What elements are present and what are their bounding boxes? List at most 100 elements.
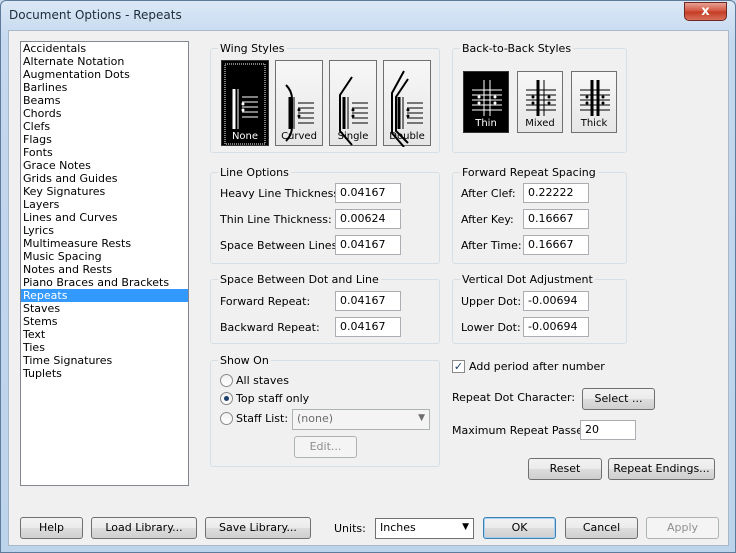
category-item[interactable]: Music Spacing: [21, 250, 188, 263]
help-button[interactable]: Help: [20, 517, 83, 539]
save-library-button[interactable]: Save Library...: [205, 517, 311, 539]
all-staves-label[interactable]: All staves: [236, 374, 289, 387]
b2b-thin-caption: Thin: [475, 118, 497, 129]
b2b-thin-button[interactable]: Thin: [463, 71, 509, 133]
category-item[interactable]: Repeats: [21, 289, 188, 302]
category-item[interactable]: Grace Notes: [21, 159, 188, 172]
add-period-checkbox[interactable]: ✓: [452, 360, 465, 373]
b2b-thick-button[interactable]: Thick: [571, 71, 617, 133]
forward-spacing-label: Forward Repeat Spacing: [460, 166, 598, 179]
dialog-client: Accidentals Alternate Notation Augmentatio…: [8, 30, 729, 546]
repeat-endings-button[interactable]: Repeat Endings...: [608, 458, 715, 480]
wing-none-button[interactable]: None: [221, 60, 269, 146]
close-icon: x: [701, 4, 710, 19]
chevron-down-icon: ▼: [418, 413, 425, 423]
lower-dot-input[interactable]: -0.00694: [523, 317, 589, 337]
after-time-label: After Time:: [461, 239, 522, 252]
chevron-down-icon: ▼: [462, 522, 469, 532]
category-item[interactable]: Fonts: [21, 146, 188, 159]
category-item[interactable]: Barlines: [21, 81, 188, 94]
category-item[interactable]: Clefs: [21, 120, 188, 133]
b2b-mixed-caption: Mixed: [525, 118, 555, 129]
category-item[interactable]: Alternate Notation: [21, 55, 188, 68]
dialog-window: Document Options - Repeats x Accidentals…: [0, 0, 736, 553]
lower-dot-label: Lower Dot:: [461, 321, 521, 334]
wing-double-button[interactable]: Double: [383, 60, 431, 147]
category-item[interactable]: Layers: [21, 198, 188, 211]
edit-button[interactable]: Edit...: [294, 436, 357, 458]
category-item[interactable]: Notes and Rests: [21, 263, 188, 276]
category-item[interactable]: Text: [21, 328, 188, 341]
category-item[interactable]: Staves: [21, 302, 188, 315]
after-key-input[interactable]: 0.16667: [523, 209, 589, 229]
staff-list-select[interactable]: (none) ▼: [292, 409, 430, 430]
heavy-line-label: Heavy Line Thickness:: [220, 187, 343, 200]
after-key-label: After Key:: [461, 213, 514, 226]
category-item[interactable]: Flags: [21, 133, 188, 146]
category-item[interactable]: Key Signatures: [21, 185, 188, 198]
category-item[interactable]: Multimeasure Rests: [21, 237, 188, 250]
load-library-button[interactable]: Load Library...: [91, 517, 197, 539]
upper-dot-label: Upper Dot:: [461, 295, 522, 308]
category-list[interactable]: Accidentals Alternate Notation Augmentatio…: [20, 41, 189, 486]
category-item[interactable]: Lines and Curves: [21, 211, 188, 224]
max-passes-label: Maximum Repeat Passes:: [452, 424, 593, 437]
staff-list-radio[interactable]: [220, 412, 233, 425]
wing-single-button[interactable]: Single: [329, 60, 377, 146]
forward-repeat-label: Forward Repeat:: [220, 295, 311, 308]
category-item[interactable]: Chords: [21, 107, 188, 120]
select-dot-button[interactable]: Select ...: [582, 388, 655, 410]
top-staff-label[interactable]: Top staff only: [236, 392, 309, 405]
category-item[interactable]: Stems: [21, 315, 188, 328]
b2b-thick-caption: Thick: [580, 118, 608, 129]
heavy-line-input[interactable]: 0.04167: [335, 183, 401, 203]
thin-line-input[interactable]: 0.00624: [335, 209, 401, 229]
category-item[interactable]: Time Signatures: [21, 354, 188, 367]
forward-repeat-input[interactable]: 0.04167: [335, 291, 401, 311]
add-period-label[interactable]: Add period after number: [469, 360, 605, 373]
line-options-label: Line Options: [218, 166, 291, 179]
dot-line-group: Space Between Dot and Line: [210, 273, 440, 344]
backward-repeat-label: Backward Repeat:: [220, 321, 320, 334]
staff-list-value: (none): [297, 412, 334, 425]
wing-curved-caption: Curved: [281, 131, 317, 142]
reset-button[interactable]: Reset: [528, 458, 602, 480]
staff-list-label[interactable]: Staff List:: [236, 412, 288, 425]
repeat-dot-label: Repeat Dot Character:: [452, 391, 576, 404]
b2b-mixed-button[interactable]: Mixed: [517, 71, 563, 133]
category-item[interactable]: Tuplets: [21, 367, 188, 380]
units-select[interactable]: Inches ▼: [375, 518, 474, 539]
window-title: Document Options - Repeats: [9, 8, 182, 22]
max-passes-input[interactable]: 20: [580, 420, 636, 440]
wing-styles-label: Wing Styles: [218, 42, 287, 55]
apply-button[interactable]: Apply: [646, 517, 719, 539]
after-clef-input[interactable]: 0.22222: [523, 183, 589, 203]
show-on-label: Show On: [218, 354, 271, 367]
all-staves-radio[interactable]: [220, 374, 233, 387]
after-time-input[interactable]: 0.16667: [523, 235, 589, 255]
cancel-button[interactable]: Cancel: [565, 517, 638, 539]
category-item[interactable]: Lyrics: [21, 224, 188, 237]
space-between-lines-input[interactable]: 0.04167: [335, 235, 401, 255]
backward-repeat-input[interactable]: 0.04167: [335, 317, 401, 337]
upper-dot-input[interactable]: -0.00694: [523, 291, 589, 311]
wing-none-caption: None: [231, 131, 259, 142]
ok-button[interactable]: OK: [483, 517, 556, 539]
after-clef-label: After Clef:: [461, 187, 516, 200]
category-item[interactable]: Ties: [21, 341, 188, 354]
top-staff-radio[interactable]: [220, 392, 233, 405]
title-bar[interactable]: Document Options - Repeats x: [1, 1, 735, 31]
wing-single-caption: Single: [337, 131, 369, 142]
back-to-back-label: Back-to-Back Styles: [460, 42, 574, 55]
wing-curved-button[interactable]: Curved: [275, 60, 323, 146]
space-between-lines-label: Space Between Lines:: [220, 239, 342, 252]
category-item[interactable]: Grids and Guides: [21, 172, 188, 185]
category-item[interactable]: Augmentation Dots: [21, 68, 188, 81]
units-value: Inches: [380, 521, 416, 534]
category-item[interactable]: Accidentals: [21, 42, 188, 55]
thin-line-label: Thin Line Thickness:: [220, 213, 332, 226]
category-item[interactable]: Piano Braces and Brackets: [21, 276, 188, 289]
category-item[interactable]: Beams: [21, 94, 188, 107]
close-button[interactable]: x: [684, 2, 727, 21]
wing-double-caption: Double: [389, 131, 425, 142]
